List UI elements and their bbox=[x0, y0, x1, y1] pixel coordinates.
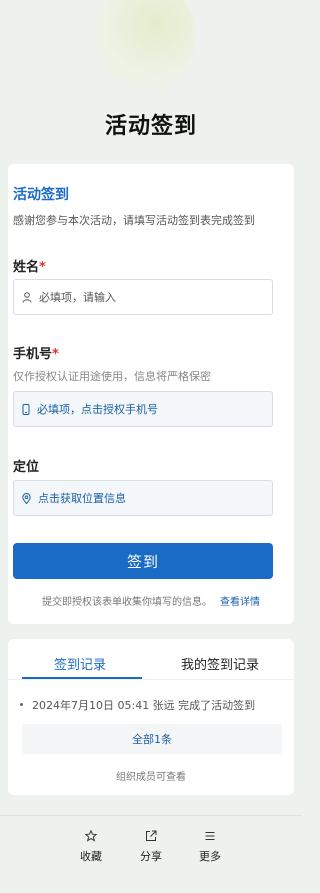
location-field[interactable]: 点击获取位置信息 bbox=[13, 480, 273, 516]
bullet-dot bbox=[20, 703, 23, 706]
page-title: 活动签到 bbox=[104, 114, 197, 139]
phone-icon bbox=[22, 403, 30, 415]
name-input-placeholder: 必填项，请输入 bbox=[39, 291, 116, 304]
record-text: 2024年7月10日 05:41 张远 完成了活动签到 bbox=[32, 699, 256, 712]
sign-in-button[interactable]: 签到 bbox=[13, 543, 273, 579]
favorite-button[interactable]: 收藏 bbox=[61, 830, 121, 864]
share-button[interactable]: 分享 bbox=[121, 830, 181, 864]
decorative-background-blob bbox=[96, 0, 196, 90]
phone-authorize-field[interactable]: 必填项，点击授权手机号 bbox=[13, 391, 273, 427]
view-details-link[interactable]: 查看详情 bbox=[220, 597, 260, 608]
phone-hint: 仅作授权认证用途使用，信息将严格保密 bbox=[13, 370, 211, 383]
favorite-label: 收藏 bbox=[80, 850, 102, 863]
more-label: 更多 bbox=[199, 850, 221, 863]
tab-my-sign-in-records[interactable]: 我的签到记录 bbox=[150, 654, 290, 673]
phone-label: 手机号* bbox=[13, 343, 59, 362]
tab-divider bbox=[8, 679, 294, 680]
phone-field-placeholder: 必填项，点击授权手机号 bbox=[37, 403, 158, 416]
list-item: 2024年7月10日 05:41 张远 完成了活动签到 bbox=[20, 697, 255, 713]
privacy-footnote-text: 提交即授权该表单收集你填写的信息。 bbox=[42, 597, 212, 608]
form-description: 感谢您参与本次活动，请填写活动签到表完成签到 bbox=[13, 214, 255, 227]
tab-sign-in-records[interactable]: 签到记录 bbox=[10, 654, 150, 673]
name-label: 姓名* bbox=[13, 256, 46, 275]
name-label-text: 姓名 bbox=[13, 260, 40, 275]
privacy-footnote: 提交即授权该表单收集你填写的信息。 查看详情 bbox=[8, 593, 294, 608]
menu-icon bbox=[205, 832, 215, 840]
location-pin-icon bbox=[22, 492, 31, 504]
member-visibility-note: 组织成员可查看 bbox=[116, 772, 186, 783]
share-label: 分享 bbox=[140, 850, 162, 863]
user-icon bbox=[22, 291, 32, 303]
location-label: 定位 bbox=[13, 460, 40, 475]
view-all-records-button[interactable]: 全部1条 bbox=[22, 724, 282, 754]
required-mark: * bbox=[39, 260, 46, 275]
star-icon bbox=[85, 830, 97, 842]
location-field-placeholder: 点击获取位置信息 bbox=[38, 492, 126, 505]
name-input[interactable]: 必填项，请输入 bbox=[13, 279, 273, 315]
required-mark: * bbox=[52, 347, 59, 362]
phone-label-text: 手机号 bbox=[13, 347, 53, 362]
more-button[interactable]: 更多 bbox=[180, 830, 240, 864]
share-icon bbox=[146, 830, 157, 841]
form-title: 活动签到 bbox=[13, 187, 69, 203]
